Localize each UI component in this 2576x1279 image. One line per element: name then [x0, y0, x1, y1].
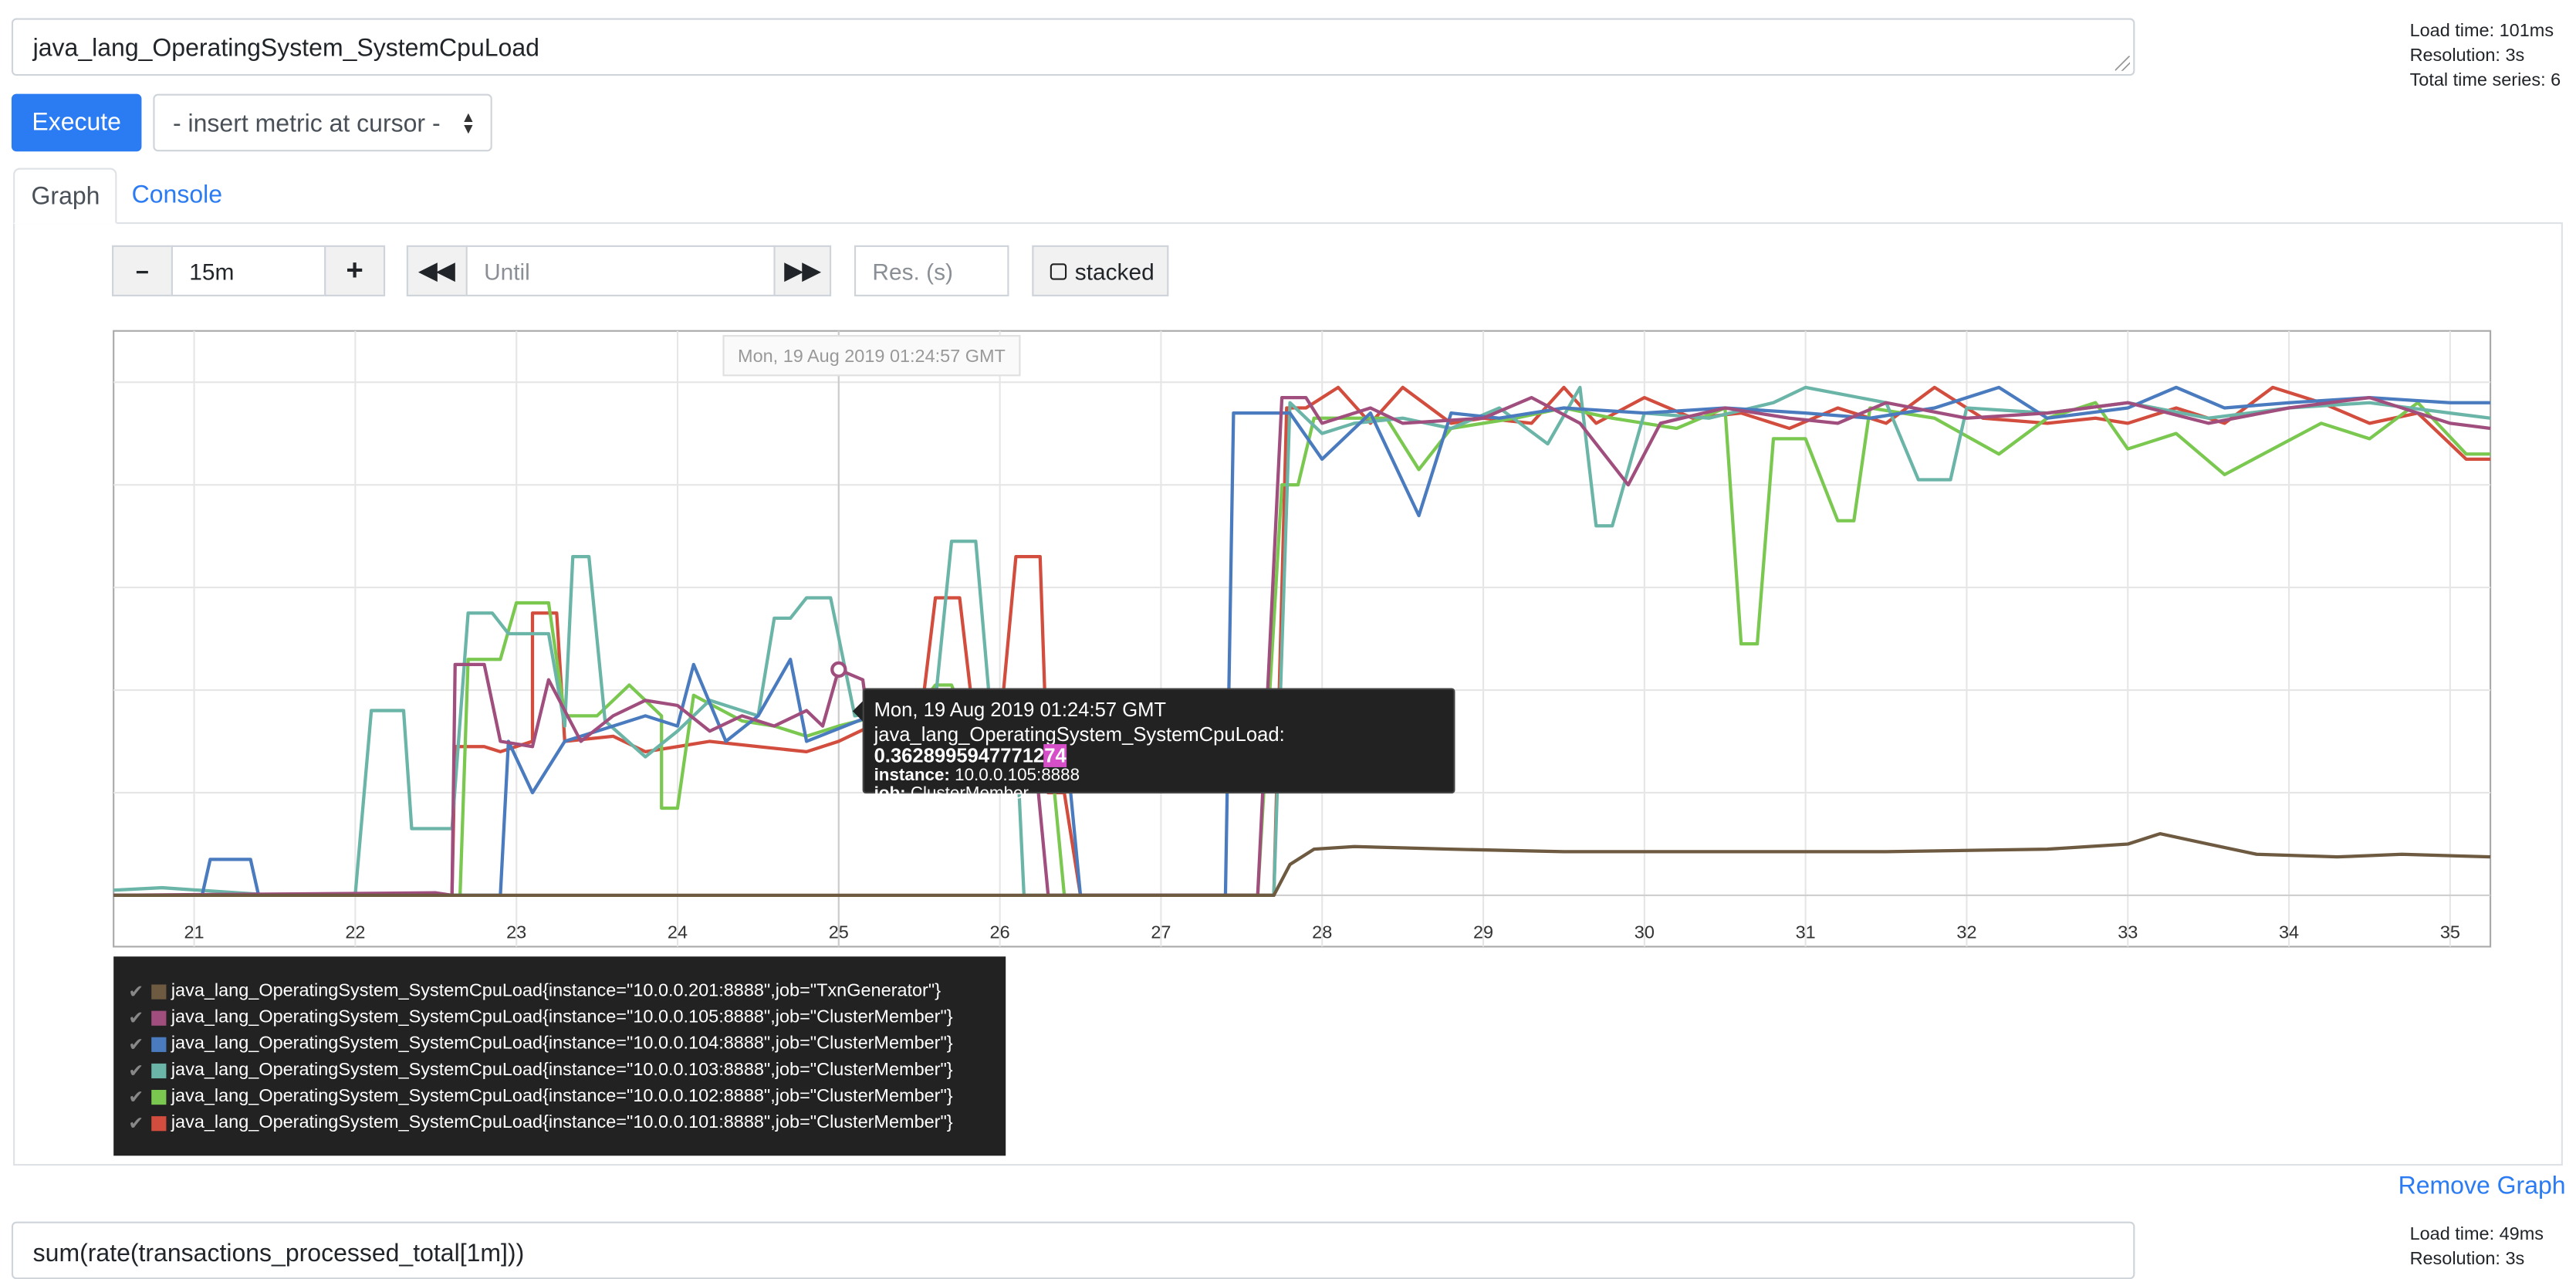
x-tick-label: 26: [990, 922, 1010, 942]
series-legend: ✔ java_lang_OperatingSystem_SystemCpuLoad…: [113, 956, 1006, 1156]
legend-item[interactable]: ✔ java_lang_OperatingSystem_SystemCpuLoad…: [128, 1057, 991, 1083]
rewind-icon: ◀◀: [419, 256, 455, 283]
forward-button[interactable]: ▶▶: [773, 245, 832, 296]
x-tick-label: 31: [1796, 922, 1816, 942]
tooltip-time: Mon, 19 Aug 2019 01:24:57 GMT: [874, 698, 1167, 722]
x-tick-label: 30: [1635, 922, 1655, 942]
stat-total-series: Total time series: 6: [2409, 70, 2561, 91]
range-decrease-button[interactable]: −: [112, 245, 173, 296]
check-icon: ✔: [128, 982, 144, 1002]
tooltip-job-line: job: ClusterMember: [874, 783, 1444, 804]
stacked-toggle[interactable]: stacked: [1032, 245, 1169, 296]
x-tick-label: 32: [1956, 922, 1976, 942]
tooltip-value-highlight: 74: [1044, 744, 1067, 767]
query-stats-2: Load time: 49ms Resolution: 3s: [2410, 1223, 2544, 1273]
tab-console[interactable]: Console: [132, 181, 222, 209]
check-icon: ✔: [128, 1061, 144, 1081]
query-stats: Load time: 101ms Resolution: 3s Total ti…: [2410, 20, 2561, 94]
expression-text: java_lang_OperatingSystem_SystemCpuLoad: [32, 34, 539, 63]
tooltip-value: 0.36289959477712: [874, 744, 1045, 767]
tooltip-instance: 10.0.0.105:8888: [955, 765, 1080, 786]
stat-resolution: Resolution: 3s: [2409, 46, 2525, 66]
legend-swatch: [151, 1036, 167, 1051]
stat-load-time: Load time: 101ms: [2409, 21, 2554, 42]
legend-item[interactable]: ✔ java_lang_OperatingSystem_SystemCpuLoad…: [128, 1083, 991, 1109]
resize-grip-icon[interactable]: [2115, 56, 2130, 71]
stat-resolution-2: Resolution: 3s: [2409, 1249, 2525, 1270]
expression-input[interactable]: java_lang_OperatingSystem_SystemCpuLoad: [11, 18, 2135, 76]
tooltip-instance-key: instance:: [874, 765, 950, 786]
legend-label: java_lang_OperatingSystem_SystemCpuLoad{…: [171, 1007, 953, 1027]
check-icon: ✔: [128, 1008, 144, 1028]
x-tick-label: 22: [345, 922, 365, 942]
legend-item[interactable]: ✔ java_lang_OperatingSystem_SystemCpuLoad…: [128, 1004, 991, 1030]
check-icon: ✔: [128, 1113, 144, 1134]
cpu-load-chart[interactable]: 00.20.40.60.8121222324252627282930313233…: [110, 327, 2493, 949]
legend-swatch: [151, 1088, 167, 1105]
hover-time-label: Mon, 19 Aug 2019 01:24:57 GMT: [738, 346, 1006, 366]
stat-load-time-2: Load time: 49ms: [2409, 1224, 2544, 1245]
x-tick-label: 24: [668, 922, 688, 942]
legend-label: java_lang_OperatingSystem_SystemCpuLoad{…: [171, 981, 941, 1001]
x-tick-label: 29: [1473, 922, 1493, 942]
range-input[interactable]: 15m: [171, 245, 326, 296]
resolution-input[interactable]: Res. (s): [854, 245, 1009, 296]
insert-metric-select[interactable]: - insert metric at cursor - ▲ ▼: [153, 93, 492, 152]
select-arrows-icon: ▲ ▼: [461, 108, 476, 137]
legend-swatch: [151, 1010, 167, 1025]
execute-button[interactable]: Execute: [11, 93, 142, 152]
legend-item[interactable]: ✔ java_lang_OperatingSystem_SystemCpuLoad…: [128, 1110, 991, 1136]
forward-icon: ▶▶: [784, 256, 820, 283]
legend-label: java_lang_OperatingSystem_SystemCpuLoad{…: [171, 1060, 953, 1081]
x-tick-label: 35: [2440, 922, 2460, 942]
expression-text-2: sum(rate(transactions_processed_total[1m…: [32, 1240, 525, 1268]
x-tick-label: 27: [1151, 922, 1171, 942]
legend-swatch: [151, 1062, 167, 1078]
remove-graph-link[interactable]: Remove Graph: [2399, 1172, 2566, 1200]
legend-swatch: [151, 1115, 167, 1131]
check-icon: ✔: [128, 1034, 144, 1055]
tooltip-metric-line: java_lang_OperatingSystem_SystemCpuLoad:…: [874, 722, 1444, 767]
legend-item[interactable]: ✔ java_lang_OperatingSystem_SystemCpuLoad…: [128, 978, 991, 1004]
tooltip-job-key: job:: [874, 783, 906, 804]
hover-dot: [830, 661, 847, 678]
plot-area: [113, 330, 2492, 948]
tooltip-job: ClusterMember: [910, 783, 1029, 804]
x-tick-label: 34: [2279, 922, 2299, 942]
tooltip-metric: java_lang_OperatingSystem_SystemCpuLoad:: [874, 722, 1285, 746]
range-increase-button[interactable]: +: [324, 245, 386, 296]
legend-label: java_lang_OperatingSystem_SystemCpuLoad{…: [171, 1112, 953, 1133]
legend-swatch: [151, 983, 167, 999]
tab-graph[interactable]: Graph: [13, 167, 117, 225]
checkbox-icon: [1050, 262, 1067, 279]
x-tick-label: 23: [506, 922, 526, 942]
check-icon: ✔: [128, 1087, 144, 1108]
legend-label: java_lang_OperatingSystem_SystemCpuLoad{…: [171, 1086, 953, 1107]
stacked-label: stacked: [1074, 257, 1154, 284]
rewind-button[interactable]: ◀◀: [406, 245, 468, 296]
legend-item[interactable]: ✔ java_lang_OperatingSystem_SystemCpuLoad…: [128, 1030, 991, 1057]
until-input[interactable]: Until: [465, 245, 776, 296]
x-tick-label: 28: [1312, 922, 1332, 942]
legend-label: java_lang_OperatingSystem_SystemCpuLoad{…: [171, 1034, 953, 1054]
x-tick-label: 33: [2118, 922, 2138, 942]
expression-input-2[interactable]: sum(rate(transactions_processed_total[1m…: [11, 1221, 2135, 1279]
tooltip-instance-line: instance: 10.0.0.105:8888: [874, 765, 1444, 786]
x-tick-label: 21: [184, 922, 205, 942]
insert-metric-label: - insert metric at cursor -: [172, 110, 441, 139]
hover-tooltip: Mon, 19 Aug 2019 01:24:57 GMT java_lang_…: [862, 688, 1455, 803]
